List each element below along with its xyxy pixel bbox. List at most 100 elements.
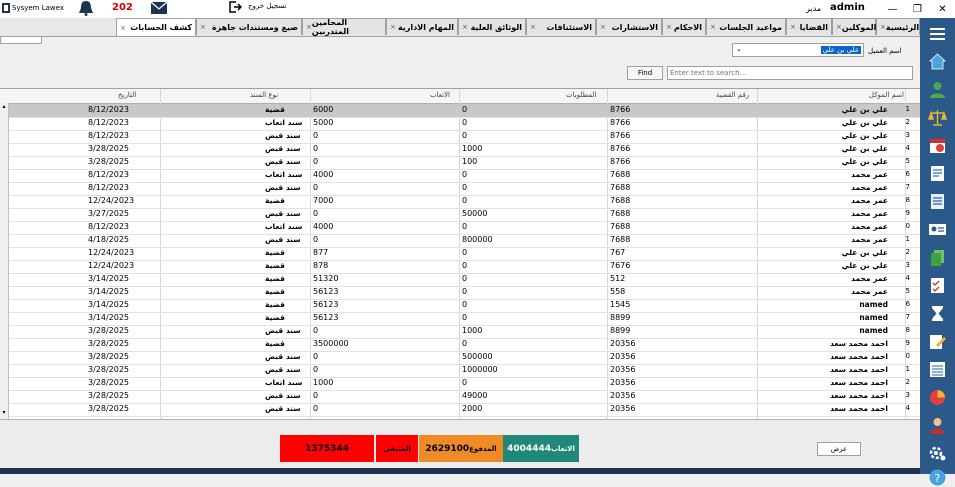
search-input[interactable] bbox=[667, 66, 913, 80]
table-row[interactable]: 4 علي بن علي 8766 1000 0 3/28/2025 سند قبض bbox=[0, 143, 920, 157]
cell-voucher-type: سند قبض bbox=[265, 235, 301, 244]
lawyer-icon[interactable] bbox=[928, 416, 947, 435]
table-row[interactable]: 2 علي بن علي 8766 0 5000 8/12/2023 سند اتعاب bbox=[0, 117, 920, 131]
cell-due: 0 bbox=[462, 131, 468, 140]
cell-date: 3/27/2025 bbox=[88, 209, 130, 218]
find-button[interactable]: Find bbox=[627, 66, 663, 80]
fees-value: 4004444 bbox=[507, 443, 551, 454]
table-row[interactable]: 2 احمد محمد سعد 20356 0 1000 3/28/2025 سند اتع… bbox=[0, 377, 920, 391]
pie-chart-icon[interactable] bbox=[928, 388, 947, 407]
table-row[interactable]: 3 علي بن علي 8766 0 0 8/12/2023 سند قبض bbox=[0, 130, 920, 144]
minimize-icon[interactable]: — bbox=[883, 4, 903, 15]
tab-appeals[interactable]: × الاستئنافات bbox=[526, 18, 596, 35]
notes-icon[interactable] bbox=[928, 192, 947, 211]
cell-fees: 5000 bbox=[313, 118, 334, 127]
id-card-icon[interactable] bbox=[928, 220, 947, 239]
restore-icon[interactable]: ❐ bbox=[908, 4, 928, 15]
help-icon[interactable]: ? bbox=[928, 468, 947, 487]
close-icon[interactable]: ✕ bbox=[933, 4, 953, 15]
table-row[interactable]: 1 احمد محمد سعد 20356 1000000 0 3/28/2025 سند … bbox=[0, 364, 920, 378]
table-row[interactable]: 7 named 8899 0 56123 3/14/2025 قضية bbox=[0, 312, 920, 326]
tab-judgments[interactable]: × الاحكام bbox=[662, 18, 706, 35]
client-icon[interactable] bbox=[928, 80, 947, 99]
tab-trainee-lawyers[interactable]: × المحامين المتدربين bbox=[302, 18, 386, 36]
tab-admin-tasks[interactable]: × المهام الادارية bbox=[386, 18, 458, 35]
grid-scrollbar[interactable] bbox=[0, 103, 9, 419]
tab-cases[interactable]: × القضايا bbox=[786, 18, 832, 35]
logout-icon[interactable] bbox=[228, 0, 242, 14]
files-icon[interactable] bbox=[928, 248, 947, 267]
hourglass-icon[interactable] bbox=[928, 304, 947, 323]
table-row[interactable]: 2 علي بن علي 767 0 877 12/24/2023 قضية bbox=[0, 247, 920, 261]
cell-voucher-type: سند اتعاب bbox=[265, 170, 303, 179]
table-row[interactable]: 7 عمر محمد 7688 0 0 8/12/2023 سند قبض bbox=[0, 182, 920, 196]
table-row[interactable]: 9 عمر محمد 7688 50000 0 3/27/2025 سند قبض bbox=[0, 208, 920, 222]
tab-account-statement[interactable]: × كشف الحسابات bbox=[116, 18, 196, 36]
status-strip bbox=[0, 468, 920, 474]
scroll-down-icon[interactable]: ▾ bbox=[0, 409, 8, 417]
cell-due: 0 bbox=[462, 339, 468, 348]
report-icon[interactable] bbox=[928, 360, 947, 379]
cell-voucher-type: قضية bbox=[265, 248, 285, 257]
tab-clients[interactable]: × الموكلين bbox=[832, 18, 876, 35]
table-row[interactable]: 6 عمر محمد 7688 0 4000 8/12/2023 سند اتعاب bbox=[0, 169, 920, 183]
cell-case-number: 8766 bbox=[610, 131, 631, 140]
tab-sessions[interactable]: × مواعيد الجلسات bbox=[706, 18, 786, 35]
column-header-date[interactable]: التاريخ bbox=[118, 91, 136, 99]
cell-date: 3/28/2025 bbox=[88, 339, 130, 348]
table-row[interactable]: 3 احمد محمد سعد 20356 49000 0 3/28/2025 سند قب… bbox=[0, 390, 920, 404]
row-index: 4 bbox=[905, 144, 910, 152]
cell-due: 0 bbox=[462, 118, 468, 127]
cell-due: 0 bbox=[462, 170, 468, 179]
column-header-due[interactable]: المطلوبات bbox=[566, 91, 596, 99]
table-row[interactable]: 8 named 8899 1000 0 3/28/2025 سند قبض bbox=[0, 325, 920, 339]
table-row[interactable]: 0 احمد محمد سعد 20356 500000 0 3/28/2025 سند ق… bbox=[0, 351, 920, 365]
table-row[interactable]: 0 عمر محمد 7688 0 4000 8/12/2023 سند اتعاب bbox=[0, 221, 920, 235]
calendar-icon[interactable] bbox=[928, 136, 947, 155]
tab-home[interactable]: × الرئيسية bbox=[876, 18, 920, 35]
tab-consultations[interactable]: × الاستشارات bbox=[596, 18, 662, 35]
scales-icon[interactable] bbox=[928, 108, 947, 127]
client-name-select[interactable]: ⌄ علي بن علي bbox=[732, 43, 864, 57]
cell-voucher-type: سند قبض bbox=[265, 365, 301, 374]
table-row[interactable]: 1 عمر محمد 7688 800000 0 4/18/2025 سند قبض bbox=[0, 234, 920, 248]
table-row[interactable]: 6 named 1545 0 56123 3/14/2025 قضية bbox=[0, 299, 920, 313]
tab-documents[interactable]: × الوثائق العلية bbox=[458, 18, 526, 35]
column-header-type[interactable]: نوع السند bbox=[250, 91, 278, 99]
table-row[interactable]: 3 علي بن علي 7676 0 878 12/24/2023 قضية bbox=[0, 260, 920, 274]
row-index: 5 bbox=[905, 157, 910, 165]
menu-icon[interactable] bbox=[928, 24, 947, 43]
table-row[interactable]: 4 احمد محمد سعد 20356 2000 0 3/28/2025 سند قبض bbox=[0, 403, 920, 417]
cell-fees: 4000 bbox=[313, 170, 334, 179]
grid-header: اسم الموكل رقم القضية المطلوبات الاتعاب … bbox=[0, 89, 920, 104]
bell-icon[interactable] bbox=[76, 0, 96, 16]
show-button[interactable]: عرض bbox=[817, 442, 861, 456]
table-row[interactable]: 5 علي بن علي 8766 100 0 3/28/2025 سند قبض bbox=[0, 156, 920, 170]
settings-icon[interactable] bbox=[928, 444, 947, 463]
table-row[interactable]: 4 عمر محمد 512 0 51320 3/14/2025 قضية bbox=[0, 273, 920, 287]
logout-label[interactable]: تسجيل خروج bbox=[248, 2, 286, 10]
cell-fees: 1000 bbox=[313, 378, 334, 387]
document-icon[interactable] bbox=[928, 164, 947, 183]
edit-icon[interactable] bbox=[928, 332, 947, 351]
row-index: 1 bbox=[905, 365, 910, 373]
home-icon[interactable] bbox=[928, 52, 947, 71]
scroll-up-icon[interactable]: ▴ bbox=[0, 103, 8, 111]
mail-icon[interactable] bbox=[150, 0, 168, 16]
row-index: 1 bbox=[905, 105, 910, 113]
tab-list-dropdown[interactable] bbox=[0, 36, 42, 44]
checklist-icon[interactable] bbox=[928, 276, 947, 295]
column-header-case[interactable]: رقم القضية bbox=[716, 91, 749, 99]
table-row[interactable]: 9 احمد محمد سعد 20356 0 3500000 3/28/2025 قضية bbox=[0, 338, 920, 352]
column-header-fees[interactable]: الاتعاب bbox=[430, 91, 450, 99]
cell-voucher-type: سند قبض bbox=[265, 131, 301, 140]
tab-templates[interactable]: × صيغ ومستندات جاهزة bbox=[196, 18, 302, 35]
row-index: 9 bbox=[905, 209, 910, 217]
table-row[interactable]: 5 عمر محمد 558 0 56123 3/14/2025 قضية bbox=[0, 286, 920, 300]
cell-case-number: 7688 bbox=[610, 196, 631, 205]
table-row[interactable]: 8 عمر محمد 7688 0 7000 12/24/2023 قضية bbox=[0, 195, 920, 209]
cell-date: 8/12/2023 bbox=[88, 183, 130, 192]
table-row[interactable]: 1 علي بن علي 8766 0 6000 8/12/2023 قضية bbox=[0, 104, 920, 118]
column-header-client[interactable]: اسم الموكل bbox=[869, 91, 904, 99]
app-title: Sysyem Lawex bbox=[12, 4, 64, 12]
